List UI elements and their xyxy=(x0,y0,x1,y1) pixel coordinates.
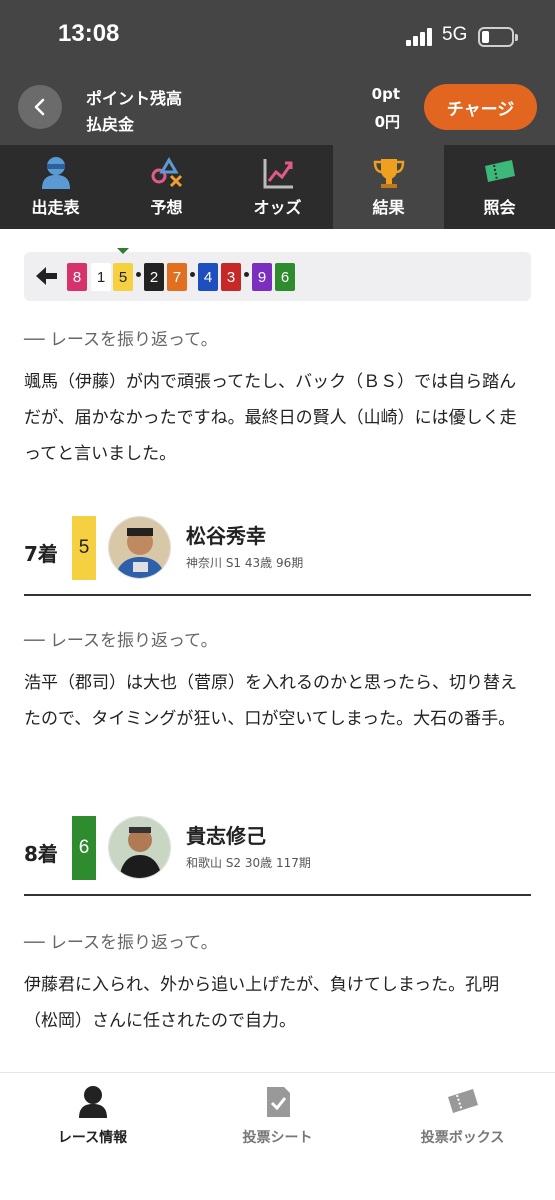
vote-box-icon xyxy=(447,1089,478,1113)
result-chip: 8 xyxy=(67,263,87,291)
bottom-navigation: レース情報 投票シート 投票ボックス xyxy=(0,1072,555,1200)
vote-sheet-icon xyxy=(266,1087,290,1117)
race-review: ── レースを振り返って。 伊藤君に入られ、外から追い上げたが、負けてしまった。… xyxy=(24,928,531,1039)
tab-prediction[interactable]: 予想 xyxy=(111,145,222,229)
review-heading: ── レースを振り返って。 xyxy=(24,631,218,651)
tab-entries[interactable]: 出走表 xyxy=(0,145,111,229)
divider xyxy=(24,594,531,596)
racer-card[interactable]: 7着 5 松谷秀幸 神奈川 S1 43歳 96期 xyxy=(24,516,531,596)
racer-icon xyxy=(41,157,70,189)
review-body: 浩平（郡司）は大也（菅原）を入れるのかと思ったら、切り替えたので、タイミングが狂… xyxy=(24,673,517,729)
result-chip: 3 xyxy=(221,263,241,291)
result-chip: 6 xyxy=(275,263,295,291)
result-chip: 2 xyxy=(144,263,164,291)
refund-value: 0円 xyxy=(374,113,400,131)
tab-label: 結果 xyxy=(372,198,405,217)
racer-photo xyxy=(109,517,170,578)
race-review-previous: ── レースを振り返って。 颯馬（伊藤）が内で頑張ってたし、バック（ＢＳ）では自… xyxy=(24,325,531,472)
racer-card[interactable]: 8着 6 貴志修己 和歌山 S2 30歳 117期 xyxy=(24,816,531,896)
ticket-icon xyxy=(484,160,515,182)
separator-dot xyxy=(244,272,249,277)
tab-label: 予想 xyxy=(150,198,183,217)
race-info-icon xyxy=(78,1086,107,1118)
main-tabs: 出走表 予想 オッズ 結果 照会 xyxy=(0,145,555,229)
finish-rank: 8着 xyxy=(24,842,58,866)
divider xyxy=(24,894,531,896)
odds-chart-icon xyxy=(263,159,293,189)
result-chip: 1 xyxy=(91,263,111,291)
avatar xyxy=(108,516,171,579)
racer-name: 貴志修己 xyxy=(186,824,266,848)
tab-label: 出走表 xyxy=(31,198,80,217)
bottom-nav-race-info[interactable]: レース情報 xyxy=(0,1073,185,1200)
tab-label: オッズ xyxy=(253,198,302,217)
racer-photo xyxy=(109,817,170,878)
bottom-nav-vote-sheet[interactable]: 投票シート xyxy=(185,1073,370,1200)
status-bar: 13:08 5G xyxy=(0,0,555,75)
bottom-nav-vote-box[interactable]: 投票ボックス xyxy=(370,1073,555,1200)
app-header: ポイント残高 払戻金 0pt 0円 チャージ xyxy=(0,75,555,145)
separator-dot xyxy=(136,272,141,277)
arrow-left-icon xyxy=(36,267,57,285)
review-body: 伊藤君に入られ、外から追い上げたが、負けてしまった。孔明（松岡）さんに任されたの… xyxy=(24,975,500,1031)
status-time: 13:08 xyxy=(58,20,120,47)
bottom-nav-label: レース情報 xyxy=(57,1130,128,1146)
result-chip: 5 xyxy=(113,263,133,291)
points-value: 0pt xyxy=(371,85,400,103)
signal-icon xyxy=(406,28,436,46)
avatar xyxy=(108,816,171,879)
finish-rank: 7着 xyxy=(24,542,58,566)
result-chip: 9 xyxy=(252,263,272,291)
race-review: ── レースを振り返って。 浩平（郡司）は大也（菅原）を入れるのかと思ったら、切… xyxy=(24,626,531,737)
review-heading: ── レースを振り返って。 xyxy=(24,933,218,953)
racer-name: 松谷秀幸 xyxy=(186,524,266,548)
result-chip: 7 xyxy=(167,263,187,291)
points-label: ポイント残高 xyxy=(86,89,183,108)
prediction-icon xyxy=(151,157,182,188)
charge-button[interactable]: チャージ xyxy=(424,84,537,130)
back-button[interactable] xyxy=(18,85,62,129)
bottom-nav-label: 投票シート xyxy=(242,1130,313,1146)
tab-results[interactable]: 結果 xyxy=(333,145,444,229)
tab-label: 照会 xyxy=(483,198,516,217)
car-number: 5 xyxy=(72,516,96,580)
refund-label: 払戻金 xyxy=(86,115,135,134)
review-heading: ── レースを振り返って。 xyxy=(24,330,218,350)
result-chip: 4 xyxy=(198,263,218,291)
tab-odds[interactable]: オッズ xyxy=(222,145,333,229)
trophy-icon xyxy=(373,159,404,188)
chevron-left-icon xyxy=(34,98,45,116)
winner-marker xyxy=(117,248,129,254)
result-order-strip: 8 1 5 2 7 4 3 9 6 xyxy=(24,248,531,301)
racer-info: 神奈川 S1 43歳 96期 xyxy=(186,556,304,570)
tab-inquiry[interactable]: 照会 xyxy=(444,145,555,229)
network-label: 5G xyxy=(442,24,468,45)
bottom-nav-label: 投票ボックス xyxy=(420,1130,505,1146)
separator-dot xyxy=(190,272,195,277)
battery-icon xyxy=(478,27,518,47)
car-number: 6 xyxy=(72,816,96,880)
review-body: 颯馬（伊藤）が内で頑張ってたし、バック（ＢＳ）では自ら踏んだが、届かなかったです… xyxy=(24,372,517,464)
racer-info: 和歌山 S2 30歳 117期 xyxy=(186,856,311,870)
